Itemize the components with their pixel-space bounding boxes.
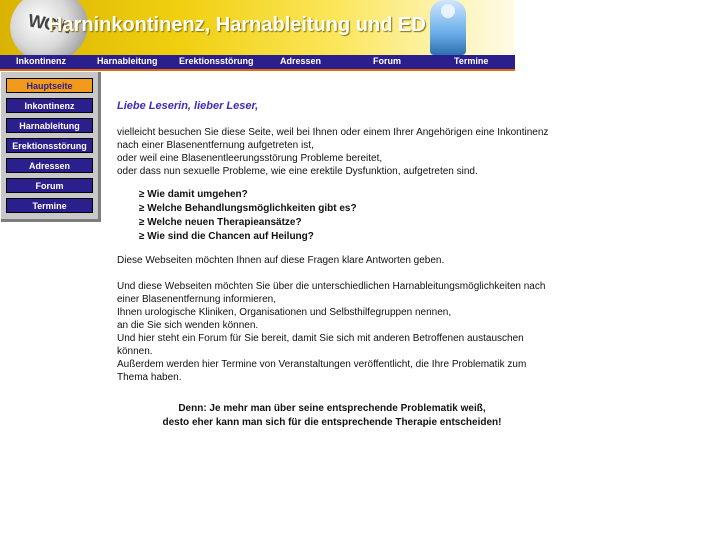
answer-line: Diese Webseiten möchten Ihnen auf diese … bbox=[117, 255, 445, 266]
arrow-icon: ≥ bbox=[139, 203, 145, 214]
topnav-item-erektionsstoerung[interactable]: Erektionsstörung bbox=[179, 56, 254, 66]
question-item: ≥ Welche neuen Therapieansätze? bbox=[139, 217, 302, 228]
question-list: ≥ Wie damit umgehen? ≥ Welche Behandlung… bbox=[117, 188, 557, 244]
header-banner: WCW Harninkontinenz, Harnableitung und E… bbox=[0, 0, 515, 55]
arrow-icon: ≥ bbox=[139, 231, 145, 242]
sidebar-item-inkontinenz[interactable]: Inkontinenz bbox=[6, 98, 93, 113]
body-line: an die Sie sich wenden können. bbox=[117, 320, 259, 331]
main-content: Liebe Leserin, lieber Leser, vielleicht … bbox=[117, 100, 557, 384]
sidebar-item-termine[interactable]: Termine bbox=[6, 198, 93, 213]
body-line: können. bbox=[117, 346, 153, 357]
top-navigation: Inkontinenz Harnableitung Erektionsstöru… bbox=[0, 55, 515, 71]
question-item: ≥ Wie sind die Chancen auf Heilung? bbox=[139, 231, 314, 242]
body-line: Außerdem werden hier Termine von Veranst… bbox=[117, 359, 527, 370]
topnav-item-inkontinenz[interactable]: Inkontinenz bbox=[16, 56, 66, 66]
intro-line: oder weil eine Blasenentleerungsstörung … bbox=[117, 153, 383, 164]
body-line: Ihnen urologische Kliniken, Organisation… bbox=[117, 307, 452, 318]
arrow-icon: ≥ bbox=[139, 189, 145, 200]
intro-line: vielleicht besuchen Sie diese Seite, wei… bbox=[117, 127, 549, 138]
sidebar-item-erektionsstoerung[interactable]: Erektionsstörung bbox=[6, 138, 93, 153]
body-line: Thema haben. bbox=[117, 372, 182, 383]
sidebar-item-hauptseite[interactable]: Hauptseite bbox=[6, 78, 93, 93]
body-line: einer Blasenentfernung informieren, bbox=[117, 294, 276, 305]
sidebar-item-adressen[interactable]: Adressen bbox=[6, 158, 93, 173]
conclusion-line: desto eher kann man sich für die entspre… bbox=[162, 417, 502, 428]
topnav-item-harnableitung[interactable]: Harnableitung bbox=[97, 56, 158, 66]
sidebar-item-forum[interactable]: Forum bbox=[6, 178, 93, 193]
greeting-heading: Liebe Leserin, lieber Leser, bbox=[117, 100, 259, 112]
body-line: Und hier steht ein Forum für Sie bereit,… bbox=[117, 333, 524, 344]
topnav-item-termine[interactable]: Termine bbox=[454, 56, 488, 66]
person-figure-image bbox=[430, 0, 466, 55]
conclusion-text: Denn: Je mehr man über seine entsprechen… bbox=[117, 402, 547, 430]
conclusion-line: Denn: Je mehr man über seine entsprechen… bbox=[178, 403, 486, 414]
intro-line: oder dass nun sexuelle Probleme, wie ein… bbox=[117, 166, 478, 177]
sidebar-item-harnableitung[interactable]: Harnableitung bbox=[6, 118, 93, 133]
arrow-icon: ≥ bbox=[139, 217, 145, 228]
question-item: ≥ Wie damit umgehen? bbox=[139, 189, 248, 200]
question-item: ≥ Welche Behandlungsmöglichkeiten gibt e… bbox=[139, 203, 357, 214]
intro-line: nach einer Blasenentfernung aufgetreten … bbox=[117, 140, 314, 151]
topnav-item-forum[interactable]: Forum bbox=[373, 56, 401, 66]
sidebar: Hauptseite Inkontinenz Harnableitung Ere… bbox=[1, 72, 101, 222]
topnav-item-adressen[interactable]: Adressen bbox=[280, 56, 321, 66]
site-title: Harninkontinenz, Harnableitung und ED bbox=[48, 14, 426, 36]
body-line: Und diese Webseiten möchten Sie über die… bbox=[117, 281, 546, 292]
